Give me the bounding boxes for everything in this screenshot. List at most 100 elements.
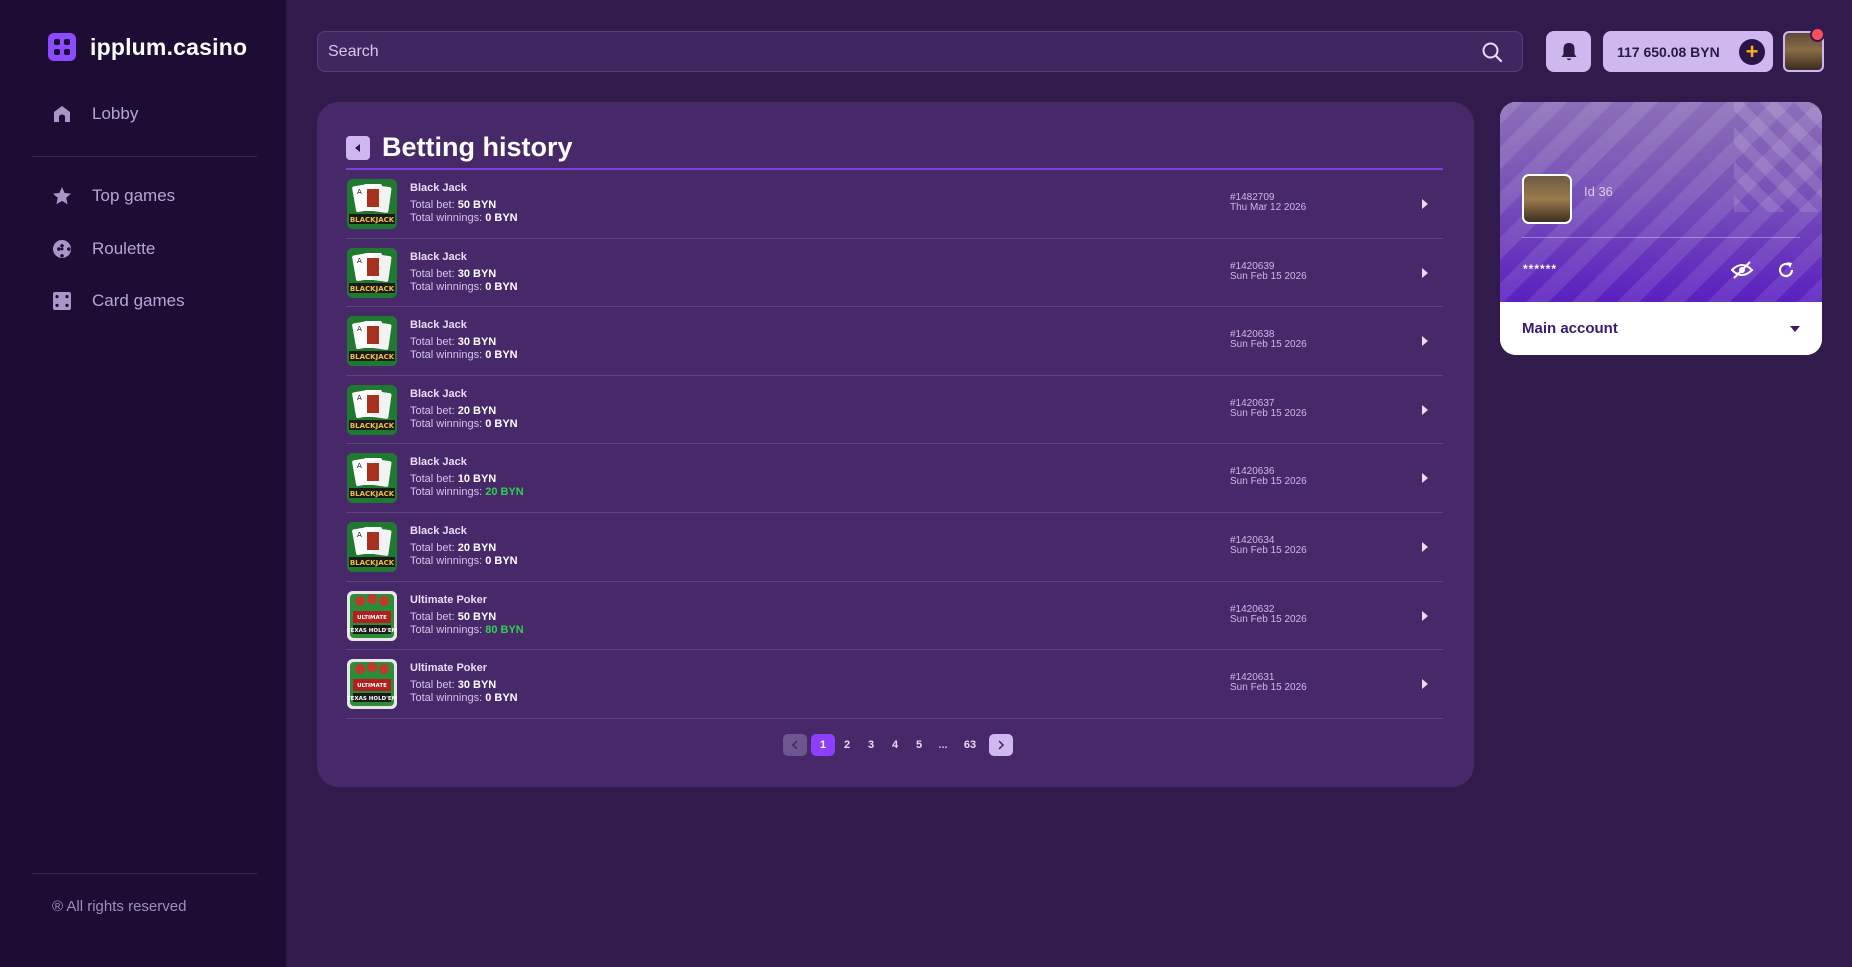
svg-text:BLACKJACK: BLACKJACK [350,216,395,224]
caret-right-icon[interactable] [1422,473,1428,484]
betting-history-panel: Betting history A BLACKJACK Black Jack Tota… [317,102,1474,787]
total-winnings: Total winnings: 20 BYN [410,486,524,498]
game-name: Black Jack [410,524,467,537]
total-bet-label: Total bet: [410,610,455,623]
history-list: A BLACKJACK Black Jack Total bet: 50 BYN Tot… [346,170,1443,719]
bet-date: Sun Feb 15 2026 [1230,682,1307,694]
caret-right-icon[interactable] [1422,404,1428,415]
sidebar-item-label: Roulette [92,239,156,258]
sidebar-item-label: Card games [92,291,185,310]
history-row[interactable]: ULTIMATE TEXAS HOLD'EM Ultimate Poker Total… [346,650,1443,719]
page-4-button[interactable]: 4 [883,734,907,756]
star-icon [53,187,71,205]
svg-text:A: A [357,257,362,265]
game-name: Black Jack [410,387,467,400]
total-winnings-label: Total winnings: [410,623,483,636]
search-icon[interactable] [1480,40,1504,64]
history-row[interactable]: A BLACKJACK Black Jack Total bet: 50 BYN Tot… [346,170,1443,239]
caret-right-icon[interactable] [1422,336,1428,347]
caret-right-icon[interactable] [1422,610,1428,621]
page-5-button[interactable]: 5 [907,734,931,756]
blackjack-thumbnail: A BLACKJACK [347,316,397,367]
total-winnings: Total winnings: 0 BYN [410,692,518,704]
game-name: Ultimate Poker [410,662,488,675]
history-row[interactable]: ULTIMATE TEXAS HOLD'EM Ultimate Poker Total… [346,582,1443,651]
sidebar-item-top-games[interactable]: Top games [52,186,175,206]
account-select[interactable]: Main account [1500,302,1822,355]
total-winnings-value: 0 BYN [485,349,518,362]
account-avatar[interactable] [1522,174,1572,224]
back-button[interactable] [346,135,370,160]
account-card: Id 36 ****** Main account [1500,102,1822,355]
page-title: Betting history [382,132,573,162]
sidebar-item-label: Lobby [92,104,139,123]
bet-date: Sun Feb 15 2026 [1230,613,1307,625]
sidebar-item-lobby[interactable]: Lobby [52,104,138,124]
total-bet-value: 20 BYN [457,541,497,554]
sidebar-item-label: Top games [92,186,176,205]
account-select-value: Main account [1522,320,1618,337]
refresh-icon[interactable] [1776,260,1796,280]
game-name: Black Jack [410,250,467,263]
svg-text:TEXAS HOLD'EM: TEXAS HOLD'EM [347,696,397,702]
svg-text:BLACKJACK: BLACKJACK [350,353,395,361]
account-divider [1522,237,1800,238]
total-bet-label: Total bet: [410,199,455,211]
eye-off-icon[interactable] [1730,260,1754,280]
total-winnings-value: 0 BYN [485,554,518,567]
total-winnings: Total winnings: 0 BYN [410,418,518,430]
caret-right-icon[interactable] [1422,199,1428,209]
hidden-balance: ****** [1523,262,1558,276]
deposit-plus-icon[interactable]: + [1739,38,1765,65]
notifications-button[interactable] [1546,31,1591,72]
blackjack-thumbnail: A BLACKJACK [347,247,397,298]
total-bet-value: 30 BYN [457,336,497,349]
prev-page-button[interactable] [783,734,807,756]
copyright-text: ® All rights reserved [52,898,187,915]
pagination: 1 2 3 4 5 ... 63 [783,734,1013,756]
history-row[interactable]: A BLACKJACK Black Jack Total bet: 20 BYN Tot… [346,376,1443,445]
account-card-banner: Id 36 ****** [1500,102,1822,302]
page-3-button[interactable]: 3 [859,734,883,756]
bell-icon [1561,42,1576,60]
panel-header: Betting history [346,132,573,163]
sidebar-item-roulette[interactable]: Roulette [52,239,155,259]
account-id: Id 36 [1584,184,1613,199]
sidebar-item-card-games[interactable]: Card games [52,291,185,311]
total-bet-label: Total bet: [410,267,455,280]
svg-text:BLACKJACK: BLACKJACK [350,490,395,498]
history-row[interactable]: A BLACKJACK Black Jack Total bet: 30 BYN Tot… [346,307,1443,376]
total-winnings-label: Total winnings: [410,212,483,224]
total-winnings-label: Total winnings: [410,692,483,705]
game-name: Ultimate Poker [410,593,488,606]
caret-right-icon[interactable] [1422,267,1428,278]
total-bet-value: 30 BYN [457,679,497,692]
total-winnings-value: 0 BYN [485,280,518,293]
search-input[interactable] [328,42,1480,61]
blackjack-thumbnail: A BLACKJACK [347,179,397,229]
total-bet-label: Total bet: [410,336,455,349]
page-2-button[interactable]: 2 [835,734,859,756]
total-bet-label: Total bet: [410,473,455,486]
caret-right-icon[interactable] [1422,679,1428,690]
sidebar: ipplum.casino Lobby Top games Roulette C… [0,0,287,967]
total-winnings-label: Total winnings: [410,280,483,293]
svg-text:ULTIMATE: ULTIMATE [357,683,387,689]
history-row[interactable]: A BLACKJACK Black Jack Total bet: 10 BYN Tot… [346,444,1443,513]
next-page-button[interactable] [989,734,1013,756]
total-winnings-value: 80 BYN [485,623,524,636]
caret-right-icon[interactable] [1422,541,1428,552]
page-last-button[interactable]: 63 [955,734,985,756]
total-bet: Total bet: 10 BYN [410,473,496,485]
game-name: Black Jack [410,182,467,194]
history-row[interactable]: A BLACKJACK Black Jack Total bet: 30 BYN Tot… [346,239,1443,308]
total-winnings: Total winnings: 0 BYN [410,212,518,224]
total-bet: Total bet: 50 BYN [410,199,496,211]
sidebar-divider [32,156,257,157]
history-row[interactable]: A BLACKJACK Black Jack Total bet: 20 BYN Tot… [346,513,1443,582]
page-1-button[interactable]: 1 [811,734,835,756]
balance-button[interactable]: 117 650.08 BYN + [1603,31,1773,72]
brand-logo[interactable]: ipplum.casino [48,33,247,61]
bet-date: Sun Feb 15 2026 [1230,270,1307,282]
total-bet: Total bet: 50 BYN [410,611,496,623]
